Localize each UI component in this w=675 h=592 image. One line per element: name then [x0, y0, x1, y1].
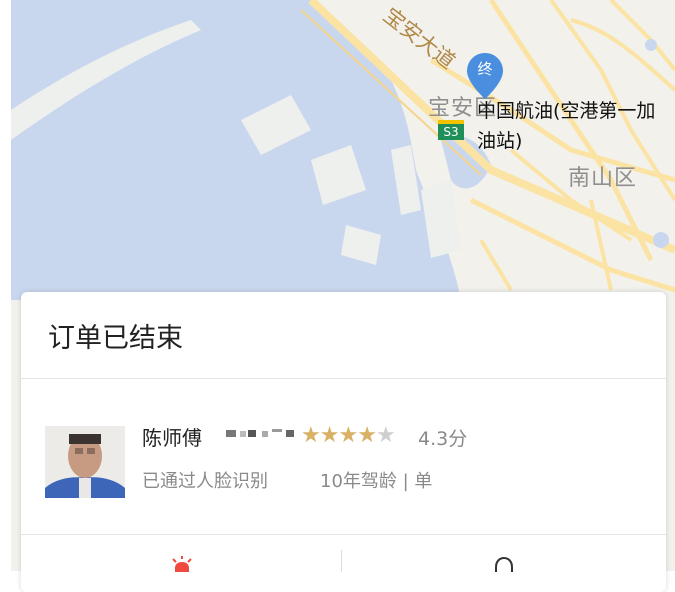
order-card: 订单已结束 陈师傅 ★★★★★ 4.3分 已通过人脸识别 10年驾龄 | 单	[21, 292, 666, 592]
divider	[21, 534, 666, 535]
safety-alarm-button[interactable]	[171, 556, 193, 576]
alarm-icon	[172, 556, 192, 572]
divider	[21, 378, 666, 379]
end-pin-label: 终	[477, 60, 493, 78]
star-icon: ★	[375, 423, 396, 448]
star-icon: ★	[357, 423, 377, 448]
destination-pin[interactable]: 终	[467, 53, 503, 99]
action-separator	[341, 550, 342, 572]
poi-name-line1: 中国航油(空港第一加	[477, 100, 656, 122]
order-status-title: 订单已结束	[48, 323, 183, 354]
star-icon: ★	[338, 423, 358, 448]
customer-service-button[interactable]	[493, 556, 515, 576]
driver-experience: 10年驾龄 | 单	[320, 471, 433, 492]
avatar-photo	[45, 426, 125, 498]
driver-avatar[interactable]	[45, 426, 125, 498]
star-icon: ★	[319, 423, 340, 448]
plate-number-redacted	[226, 429, 294, 437]
headset-icon	[495, 556, 513, 572]
face-verified-text: 已通过人脸识别	[142, 471, 268, 492]
district-label-nanshan: 南山区	[568, 166, 638, 191]
driver-rating-text: 4.3分	[418, 428, 468, 450]
star-icon: ★	[301, 423, 321, 448]
highway-badge: S3	[438, 120, 464, 140]
poi-name-line2: 油站)	[477, 130, 523, 152]
driver-rating-stars: ★★★★★	[301, 423, 396, 448]
driver-name: 陈师傅	[142, 426, 202, 450]
